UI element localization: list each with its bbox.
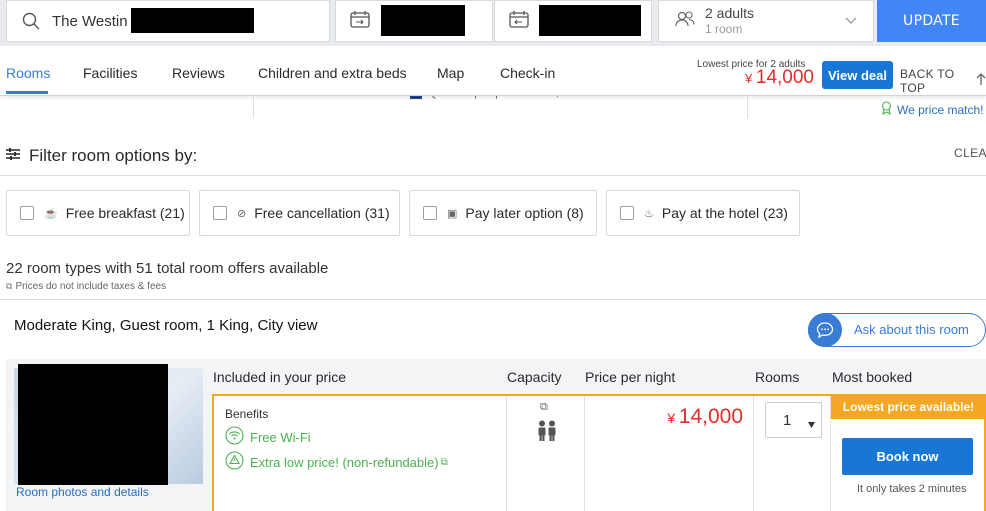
col-header-rooms: Rooms [755, 369, 800, 385]
filter-free-breakfast[interactable]: ☕ Free breakfast (21) [6, 190, 190, 236]
hotel-search-value[interactable]: The Westin [52, 13, 128, 30]
price-match-label: We price match! [897, 103, 984, 117]
sliders-icon [6, 148, 20, 164]
currency-symbol: ¥ [745, 71, 753, 86]
caret-down-icon [808, 417, 815, 432]
room-section-nav: Rooms Facilities Reviews Children and ex… [0, 46, 986, 96]
divider [0, 299, 986, 300]
benefit-label: Extra low price! (non-refundable) [250, 455, 439, 470]
room-summary: 22 room types with 51 total room offers … [6, 260, 329, 277]
benefit-label: Free Wi-Fi [250, 430, 311, 445]
price-match-link[interactable]: We price match! [880, 101, 983, 119]
lowest-price-value: 14,000 [755, 67, 814, 88]
clear-filters-link[interactable]: CLEA [954, 146, 986, 160]
checkbox[interactable] [20, 206, 34, 220]
redacted-block [381, 5, 465, 36]
chat-bubble-icon [808, 313, 842, 347]
col-header-most-booked: Most booked [832, 369, 913, 385]
redacted-block [539, 5, 641, 36]
tab-facilities[interactable]: Facilities [83, 65, 137, 81]
calendar-checkout-icon [509, 10, 529, 32]
checkbox[interactable] [423, 206, 437, 220]
view-deal-button[interactable]: View deal [822, 61, 893, 89]
room-name: Moderate King, Guest room, 1 King, City … [14, 317, 318, 334]
rooms-count: 1 room [705, 22, 743, 36]
divider [753, 396, 754, 511]
checkbox[interactable] [620, 206, 634, 220]
ask-about-room-button[interactable]: Ask about this room [808, 313, 986, 347]
col-header-price: Price per night [585, 369, 676, 385]
search-icon [22, 12, 40, 30]
offer-price: ¥ 14,000 [667, 405, 743, 429]
filter-pay-at-hotel[interactable]: ♨ Pay at the hotel (23) [606, 190, 800, 236]
book-note: It only takes 2 minutes [857, 483, 967, 495]
wallet-icon: ▣ [447, 207, 458, 220]
chevron-down-icon [845, 14, 857, 29]
filter-pay-later[interactable]: ▣ Pay later option (8) [409, 190, 597, 236]
guests-selector[interactable]: 2 adults 1 room [658, 0, 874, 42]
active-tab-underline [6, 91, 48, 94]
warning-icon [225, 451, 244, 474]
offer-price-value: 14,000 [678, 405, 743, 428]
tab-children-extra-beds[interactable]: Children and extra beds [258, 65, 407, 81]
redacted-block [18, 364, 168, 485]
benefits-title: Benefits [225, 407, 269, 421]
two-persons-icon [536, 420, 558, 446]
tab-rooms[interactable]: Rooms [6, 65, 50, 81]
info-icon: ⧉ [6, 281, 13, 292]
rooms-select-value: 1 [783, 412, 792, 429]
update-button[interactable]: UPDATE [877, 0, 986, 42]
book-now-button[interactable]: Book now [842, 438, 973, 475]
filter-label: Free cancellation (31) [254, 205, 390, 221]
tab-reviews[interactable]: Reviews [172, 65, 225, 81]
tax-note-label: Prices do not include taxes & fees [15, 281, 167, 292]
filter-label: Pay later option (8) [465, 205, 584, 221]
arrow-up-icon [976, 72, 986, 90]
col-header-included: Included in your price [213, 369, 347, 385]
search-bar: The Westin 2 adults 1 room UPDATE [0, 0, 986, 46]
hand-coin-icon: ♨ [644, 207, 654, 220]
badge-icon [880, 101, 893, 119]
divider [584, 396, 585, 511]
divider [0, 175, 986, 176]
lowest-price: ¥ 14,000 [745, 67, 814, 89]
wifi-icon [225, 426, 244, 449]
users-icon [675, 10, 695, 32]
checkbox[interactable] [213, 206, 227, 220]
filter-heading: Filter room options by: [6, 146, 197, 166]
lowest-price-badge: Lowest price available! [831, 394, 986, 419]
filter-free-cancellation[interactable]: ⊘ Free cancellation (31) [199, 190, 400, 236]
currency-symbol: ¥ [667, 410, 676, 426]
filter-label: Pay at the hotel (23) [661, 205, 788, 221]
divider [506, 396, 507, 511]
filter-label: Free breakfast (21) [65, 205, 185, 221]
cancellation-icon: ⊘ [237, 207, 247, 220]
rooms-select[interactable]: 1 [765, 402, 822, 438]
adults-count: 2 adults [705, 5, 755, 21]
room-photos-link[interactable]: Room photos and details [16, 485, 149, 499]
redacted-block [131, 8, 254, 33]
benefit-low-price: Extra low price! (non-refundable) ⧉ [225, 451, 448, 474]
info-icon[interactable]: ⧉ [441, 457, 448, 468]
benefit-wifi: Free Wi-Fi [225, 426, 311, 449]
filter-title: Filter room options by: [29, 146, 198, 165]
back-to-top-link[interactable]: BACK TO TOP [900, 67, 986, 95]
col-header-capacity: Capacity [507, 369, 562, 385]
capacity-info-icon[interactable]: ⧉ [540, 400, 548, 414]
tab-checkin[interactable]: Check-in [500, 65, 555, 81]
back-to-top-label: BACK TO TOP [900, 67, 955, 95]
tab-map[interactable]: Map [437, 65, 464, 81]
coffee-icon: ☕ [44, 207, 58, 220]
tax-note: ⧉ Prices do not include taxes & fees [6, 281, 166, 292]
ask-label: Ask about this room [854, 322, 969, 337]
calendar-checkin-icon [350, 10, 370, 32]
